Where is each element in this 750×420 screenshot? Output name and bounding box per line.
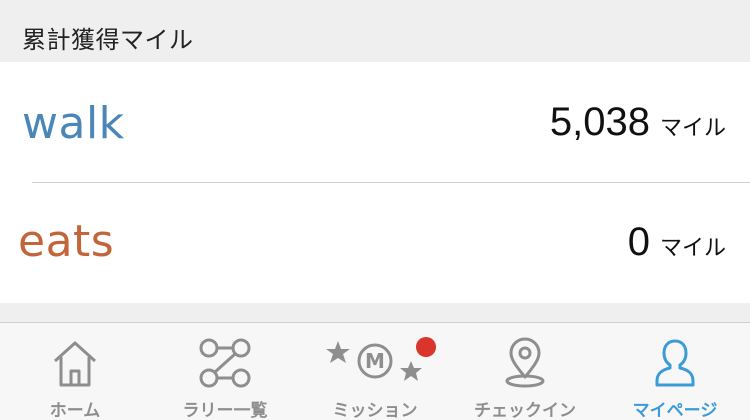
- rally-list-icon: [195, 337, 255, 389]
- tab-label: ミッション: [332, 401, 418, 420]
- person-icon: [645, 337, 705, 389]
- tab-my-page[interactable]: マイページ: [600, 323, 750, 420]
- tab-label: チェックイン: [474, 401, 576, 420]
- tab-mission[interactable]: M ミッション: [300, 323, 450, 420]
- location-pin-icon: [495, 337, 555, 389]
- mission-icon: M: [320, 337, 430, 389]
- home-icon: [45, 337, 105, 389]
- notification-badge: [416, 337, 436, 357]
- tab-check-in[interactable]: チェックイン: [450, 323, 600, 420]
- miles-unit: マイル: [659, 236, 726, 261]
- tab-rally-list[interactable]: ラリー一覧: [150, 323, 300, 420]
- walk-brand-logo: walk: [22, 98, 125, 149]
- miles-row-walk: walk 5,038 マイル: [0, 62, 750, 182]
- tab-label: マイページ: [632, 401, 718, 420]
- content-bottom-spacer: [0, 303, 750, 322]
- eats-brand-logo: eats: [18, 216, 115, 267]
- section-header: 累計獲得マイル: [0, 0, 750, 62]
- miles-unit: マイル: [659, 116, 726, 141]
- miles-value-eats: 0 マイル: [628, 220, 726, 265]
- miles-value-walk: 5,038 マイル: [550, 100, 726, 145]
- miles-count: 0: [627, 220, 650, 264]
- bottom-tab-bar: ホーム ラリー一覧 M ミッション チェックイン マイページ: [0, 322, 750, 420]
- tab-label: ホーム: [49, 401, 101, 420]
- tab-home[interactable]: ホーム: [0, 323, 150, 420]
- section-title: 累計獲得マイル: [22, 26, 194, 54]
- tab-label: ラリー一覧: [182, 401, 268, 420]
- miles-card: walk 5,038 マイル eats 0 マイル: [0, 62, 750, 303]
- svg-text:M: M: [365, 349, 385, 373]
- miles-count: 5,038: [549, 100, 650, 144]
- miles-row-eats: eats 0 マイル: [0, 182, 750, 302]
